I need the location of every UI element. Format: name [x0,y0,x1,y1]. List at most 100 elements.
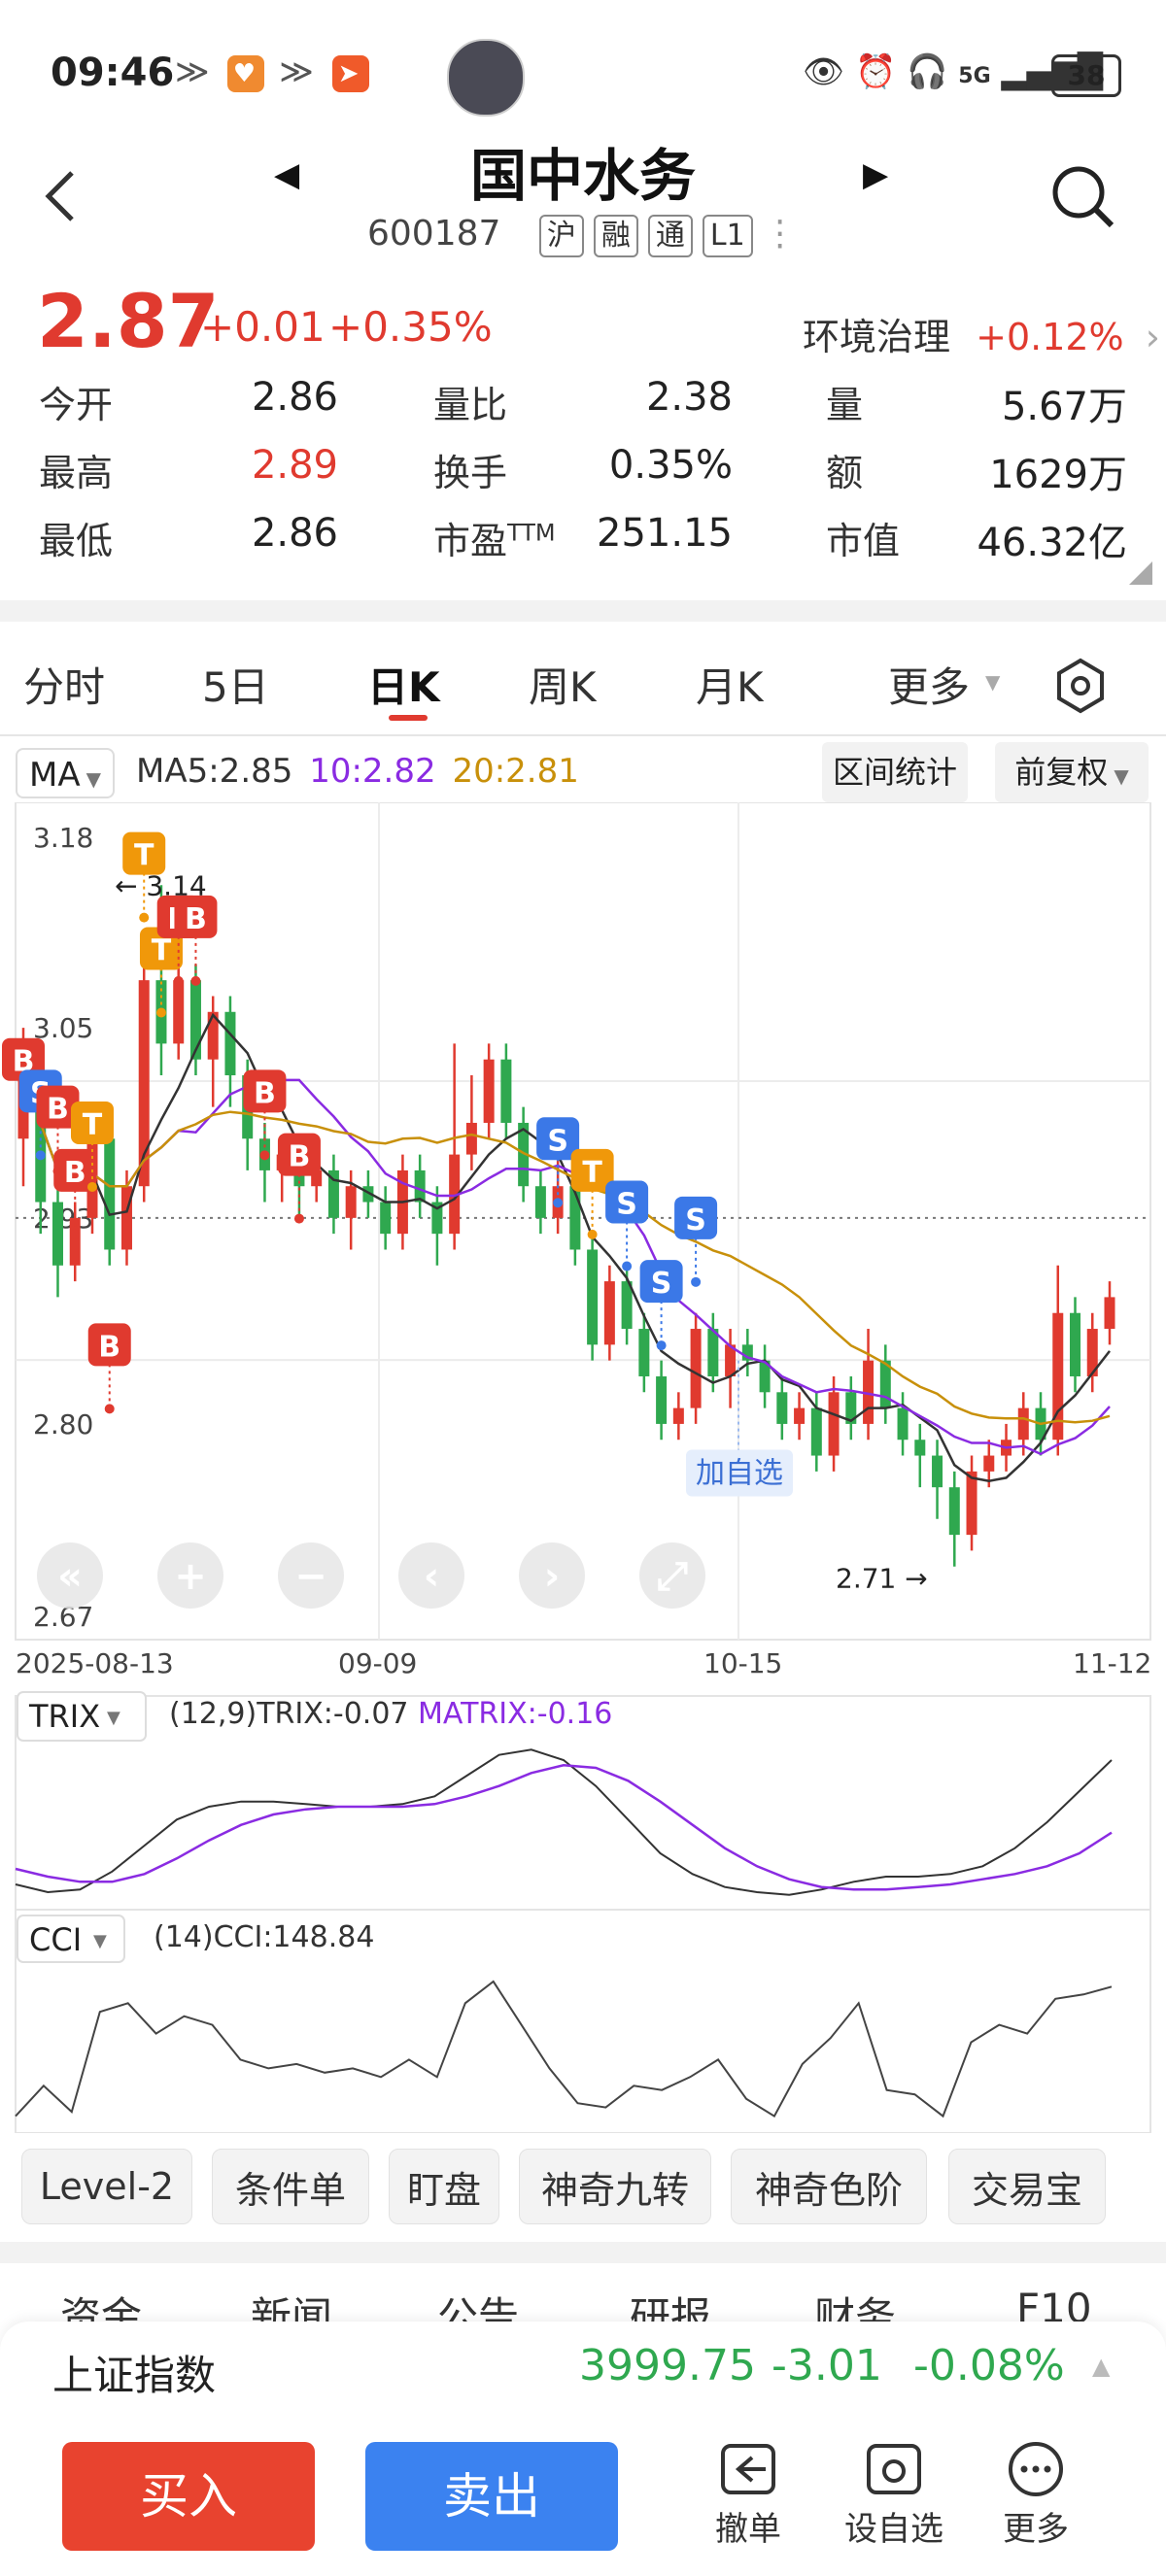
price-change-pct: +0.35% [328,303,493,351]
index-value: 3999.75 [579,2341,756,2390]
tab-2[interactable]: 日K [367,655,440,714]
trix-value: (12,9)TRIX:-0.07 [169,1697,409,1731]
candle-body [690,1329,702,1408]
x-tick-label: 2025-08-13 [16,1647,174,1679]
tool-chip-0[interactable]: Level-2 [21,2149,192,2224]
candle-body [810,1407,822,1456]
more-dots-icon[interactable]: ⋮ [763,214,798,254]
low-price-label: 2.71 → [836,1563,928,1595]
stat-value: 5.67万 [1001,385,1127,429]
marker-dot [18,1118,28,1129]
candle-body [794,1407,806,1424]
trade-marker-label: S [547,1124,568,1158]
add-watchlist-label: 设自选 [844,2510,943,2549]
candle-body [414,1169,426,1203]
tool-chip-5[interactable]: 交易宝 [948,2149,1106,2224]
tool-chip-2[interactable]: 盯盘 [389,2149,499,2224]
index-name: 上证指数 [52,2352,217,2399]
divider [0,734,1166,736]
status-bar: 09:46 ≫ ♥ ≫ ➤ 👁 ⏰ 🎧 5G ▂▄▆█ 38 [0,0,1166,126]
candle-body [966,1471,977,1536]
adjust-select[interactable]: 前复权 ▼ [995,742,1149,802]
tab-0[interactable]: 分时 [23,655,105,714]
matrix-line [15,1764,1113,1891]
candle-body [1104,1297,1115,1330]
settings-icon[interactable] [1051,657,1110,715]
tool-chip-3[interactable]: 神奇九转 [519,2149,711,2224]
sell-button[interactable]: 卖出 [365,2442,618,2551]
tab-1[interactable]: 5日 [202,655,269,714]
tool-chip-4[interactable]: 神奇色阶 [731,2149,927,2224]
trade-marker-label: B [64,1156,86,1190]
stat-label: 换手 [433,452,508,494]
dropdown-icon: ▼ [93,1931,107,1951]
buy-button[interactable]: 买入 [62,2442,315,2551]
expand-up-icon[interactable]: ▲ [1092,2353,1110,2380]
stat-value: 0.35% [608,443,733,488]
rewind-icon-glyph: « [57,1554,83,1599]
trade-marker-label: S [616,1188,637,1222]
candle-body [828,1392,840,1456]
ma-select[interactable]: MA ▼ [16,748,115,798]
collapse-corner-icon[interactable] [1129,561,1152,585]
tab-5[interactable]: 更多 [888,655,970,714]
marker-dot [139,912,150,923]
add-watchlist-button[interactable]: 设自选 [836,2440,952,2550]
candle-body [587,1249,599,1345]
marker-dot [259,1150,270,1161]
chevron-left-icon-glyph: ‹ [424,1554,439,1599]
y-tick-label: 3.05 [33,1012,93,1044]
trade-marker-label: T [134,839,154,873]
candle-body [104,1138,116,1250]
prev-stock-icon[interactable]: ◀ [274,155,299,194]
app-icon: ≫ [279,52,318,91]
marker-dot [553,1198,564,1208]
x-tick-label: 09-09 [338,1647,417,1679]
stock-code-row: 600187 沪融通 L1 ⋮ [367,214,798,257]
candle-body [483,1059,495,1123]
app-icon: ♥ [227,54,265,92]
search-icon[interactable] [1049,163,1117,231]
stock-code: 600187 [367,214,501,254]
cancel-order-button[interactable]: 撤单 [700,2440,797,2550]
candle-body [603,1281,615,1345]
stat-value: 2.89 [251,443,338,488]
trade-marker-label: T [83,1108,103,1142]
sector-pct: +0.12% [976,316,1124,358]
dropdown-icon: ▼ [86,767,101,791]
stat-value: 2.86 [251,375,338,420]
marker-dot [691,1276,702,1287]
marker-dot [70,1229,81,1239]
range-stats-button[interactable]: 区间统计 [822,742,968,802]
index-bar[interactable]: 上证指数 3999.75 -3.01 -0.08% ▲ [0,2322,1166,2415]
chevron-right-icon-glyph: › [544,1554,560,1599]
next-stock-icon[interactable]: ▶ [863,155,888,194]
tab-4[interactable]: 月K [696,655,764,714]
badge-level: L1 [702,215,753,257]
active-tab-underline [389,715,428,721]
zoom-out-icon-glyph: − [294,1554,327,1599]
status-time: 09:46 [51,51,175,95]
candle-body [534,1186,546,1218]
marker-dot [587,1229,598,1239]
candle-body [345,1186,357,1218]
more-icon [1009,2442,1063,2496]
battery-icon: 38 [1051,54,1121,97]
app-icon: ➤ [331,54,369,92]
tool-chip-1[interactable]: 条件单 [212,2149,369,2224]
candle-body [932,1455,943,1488]
trade-marker-label: B [254,1076,276,1110]
avatar[interactable] [447,39,525,117]
more-button[interactable]: 更多 [987,2440,1084,2550]
sector-name: 环境治理 [803,316,951,358]
sector-link[interactable]: 环境治理 +0.12% › [803,307,1160,360]
trade-marker-label: B [288,1140,310,1174]
eye-icon: 👁 [803,52,845,91]
kline-chart[interactable]: 3.183.052.932.802.67BSBBTBTTBBBBSTSSS← 3… [0,802,1166,2133]
stat-label: 市值 [826,520,901,562]
dropdown-icon: ▼ [107,1708,120,1728]
back-icon[interactable] [39,167,82,225]
candle-body [948,1487,960,1536]
tab-3[interactable]: 周K [529,655,597,714]
marker-dot [190,975,201,986]
